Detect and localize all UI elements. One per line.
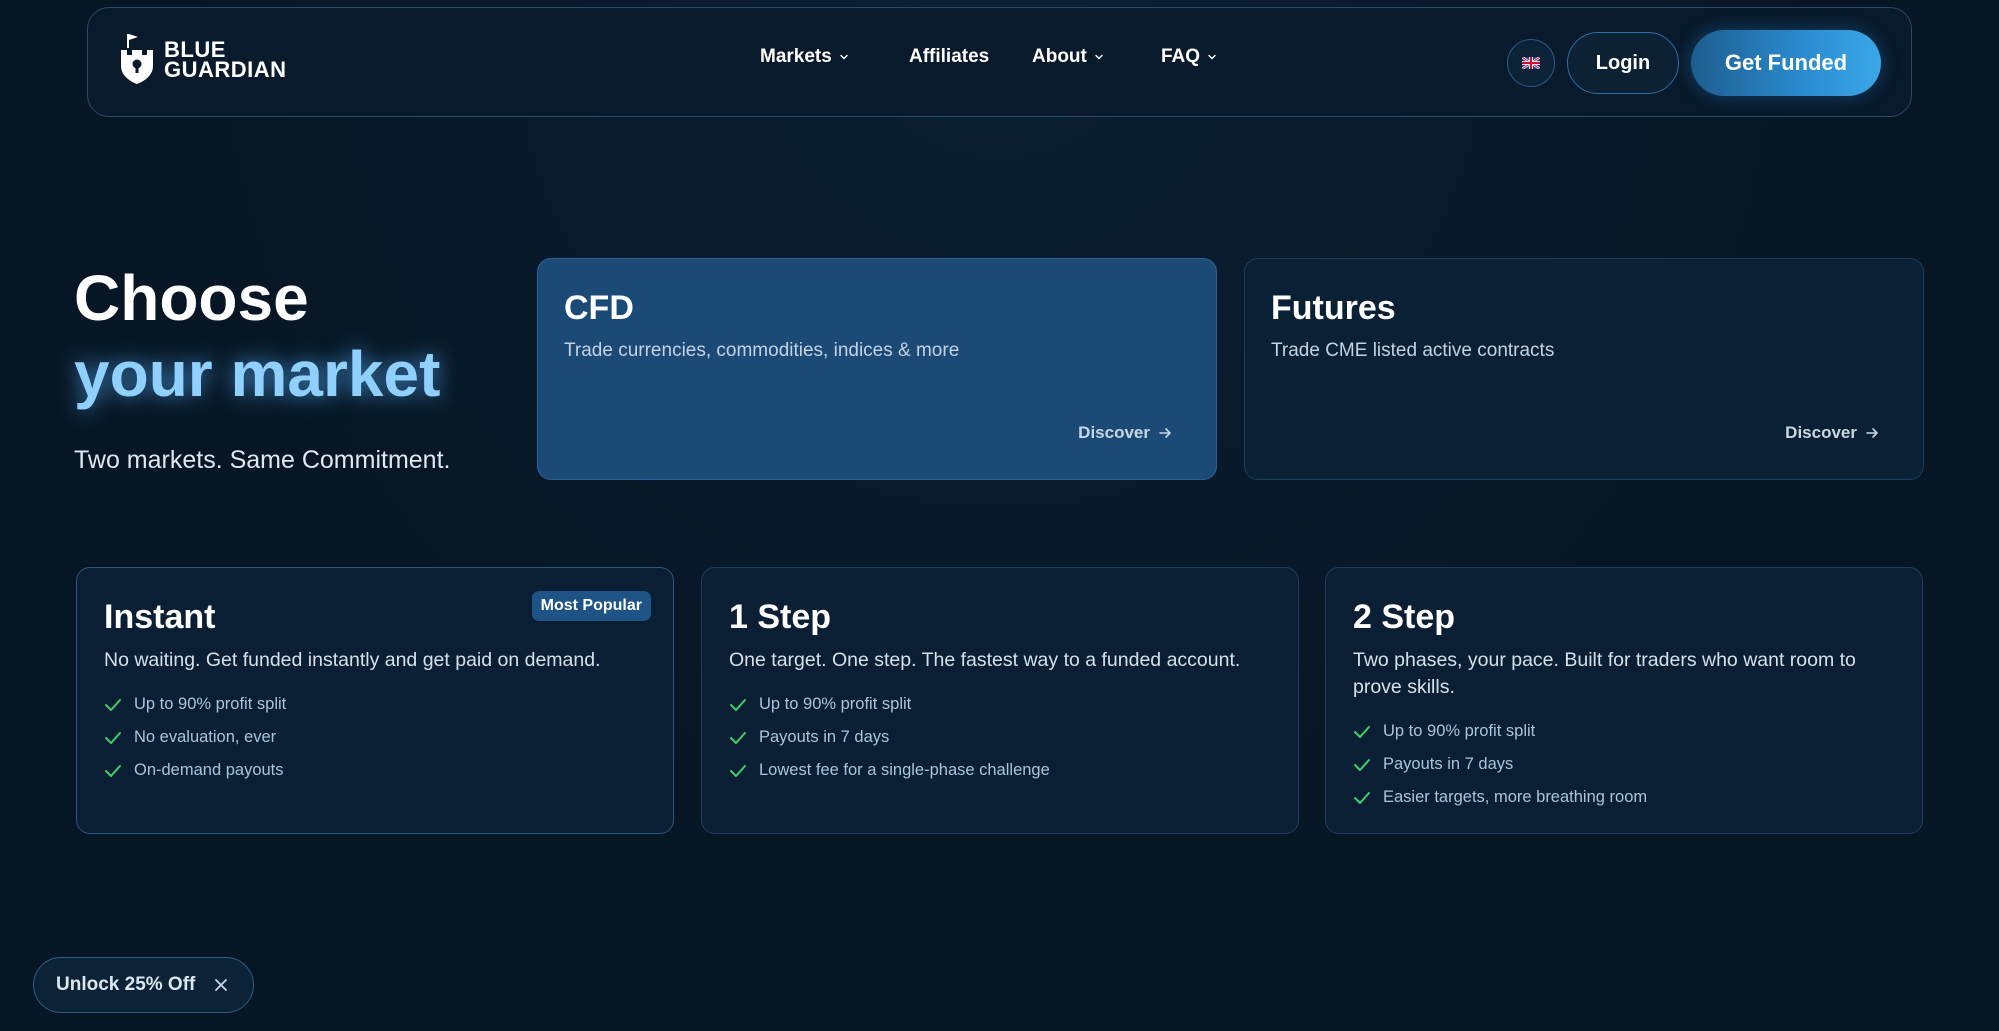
get-funded-button[interactable]: Get Funded [1691,30,1881,96]
brand-line-2: GUARDIAN [164,57,287,82]
check-icon [105,698,121,711]
feature-item: Up to 90% profit split [729,688,1271,721]
hero-title-line-2: your market [74,338,441,410]
nav-faq[interactable]: FAQ [1161,46,1217,68]
feature-text: Lowest fee for a single-phase challenge [759,761,1050,779]
feature-text: On-demand payouts [134,761,284,779]
nav-about[interactable]: About [1032,46,1104,68]
check-icon [105,764,121,777]
discover-link[interactable]: Discover [1078,423,1172,443]
check-icon [730,764,746,777]
feature-item: Payouts in 7 days [729,721,1271,754]
market-card-description: Trade CME listed active contracts [1271,340,1555,361]
check-icon [1354,758,1370,771]
feature-text: Up to 90% profit split [759,695,912,713]
feature-text: Easier targets, more breathing room [1383,788,1648,806]
plan-title: 2 Step [1353,598,1456,636]
promo-label: Unlock 25% Off [56,974,196,995]
arrow-right-icon [1159,428,1171,438]
feature-text: Up to 90% profit split [134,695,287,713]
uk-flag-icon [1522,57,1540,69]
top-navbar: BLUE GUARDIAN Markets Affiliates About F… [87,7,1912,117]
plan-description: Two phases, your pace. Built for traders… [1353,649,1856,698]
plan-description: One target. One step. The fastest way to… [729,649,1241,671]
hero-subtitle: Two markets. Same Commitment. [74,446,451,474]
arrow-right-icon [1866,428,1878,438]
feature-item: Up to 90% profit split [104,688,646,721]
brand-wordmark: BLUE GUARDIAN [164,39,287,82]
promo-pill[interactable]: Unlock 25% Off [33,957,254,1013]
plan-features: Up to 90% profit split Payouts in 7 days… [729,688,1271,787]
chevron-down-icon [1208,54,1216,60]
hero-title: Choose your market [74,260,440,412]
market-card-title: CFD [564,289,634,327]
feature-item: Easier targets, more breathing room [1353,781,1895,814]
feature-item: On-demand payouts [104,754,646,787]
discover-label: Discover [1785,423,1857,442]
discover-label: Discover [1078,423,1150,442]
check-icon [1354,791,1370,804]
most-popular-badge: Most Popular [531,591,651,621]
feature-item: Payouts in 7 days [1353,748,1895,781]
discover-link[interactable]: Discover [1785,423,1879,443]
check-icon [105,731,121,744]
check-icon [730,698,746,711]
plan-features: Up to 90% profit split No evaluation, ev… [104,688,646,787]
nav-faq-label: FAQ [1161,46,1201,67]
market-card-description: Trade currencies, commodities, indices &… [564,340,960,361]
feature-text: No evaluation, ever [134,728,277,746]
chevron-down-icon [840,54,848,60]
market-card-title: Futures [1271,289,1396,327]
feature-text: Up to 90% profit split [1383,722,1536,740]
feature-text: Payouts in 7 days [759,728,890,746]
nav-affiliates-label: Affiliates [909,46,990,67]
check-icon [1354,725,1370,738]
nav-markets[interactable]: Markets [760,46,849,68]
feature-item: Up to 90% profit split [1353,715,1895,748]
check-icon [730,731,746,744]
plan-title: 1 Step [729,598,832,636]
feature-text: Payouts in 7 days [1383,755,1514,773]
chevron-down-icon [1095,54,1103,60]
hero-title-line-1: Choose [74,262,309,334]
plan-card-1-step[interactable]: 1 Step One target. One step. The fastest… [701,567,1299,834]
plan-card-2-step[interactable]: 2 Step Two phases, your pace. Built for … [1325,567,1923,834]
close-icon[interactable] [213,977,229,993]
castle-logo-icon [121,34,153,84]
feature-item: No evaluation, ever [104,721,646,754]
plan-features: Up to 90% profit split Payouts in 7 days… [1353,715,1895,814]
page: BLUE GUARDIAN Markets Affiliates About F… [0,0,1999,1031]
market-card-futures[interactable]: Futures Trade CME listed active contract… [1244,258,1924,480]
plan-description: No waiting. Get funded instantly and get… [104,649,601,671]
plan-card-instant[interactable]: Most Popular Instant No waiting. Get fun… [76,567,674,834]
language-selector[interactable] [1507,39,1555,87]
brand-logo[interactable]: BLUE GUARDIAN [118,32,287,88]
login-button[interactable]: Login [1567,32,1679,94]
nav-affiliates[interactable]: Affiliates [909,46,989,68]
feature-item: Lowest fee for a single-phase challenge [729,754,1271,787]
nav-about-label: About [1032,46,1087,67]
nav-markets-label: Markets [760,46,832,67]
market-card-cfd[interactable]: CFD Trade currencies, commodities, indic… [537,258,1217,480]
